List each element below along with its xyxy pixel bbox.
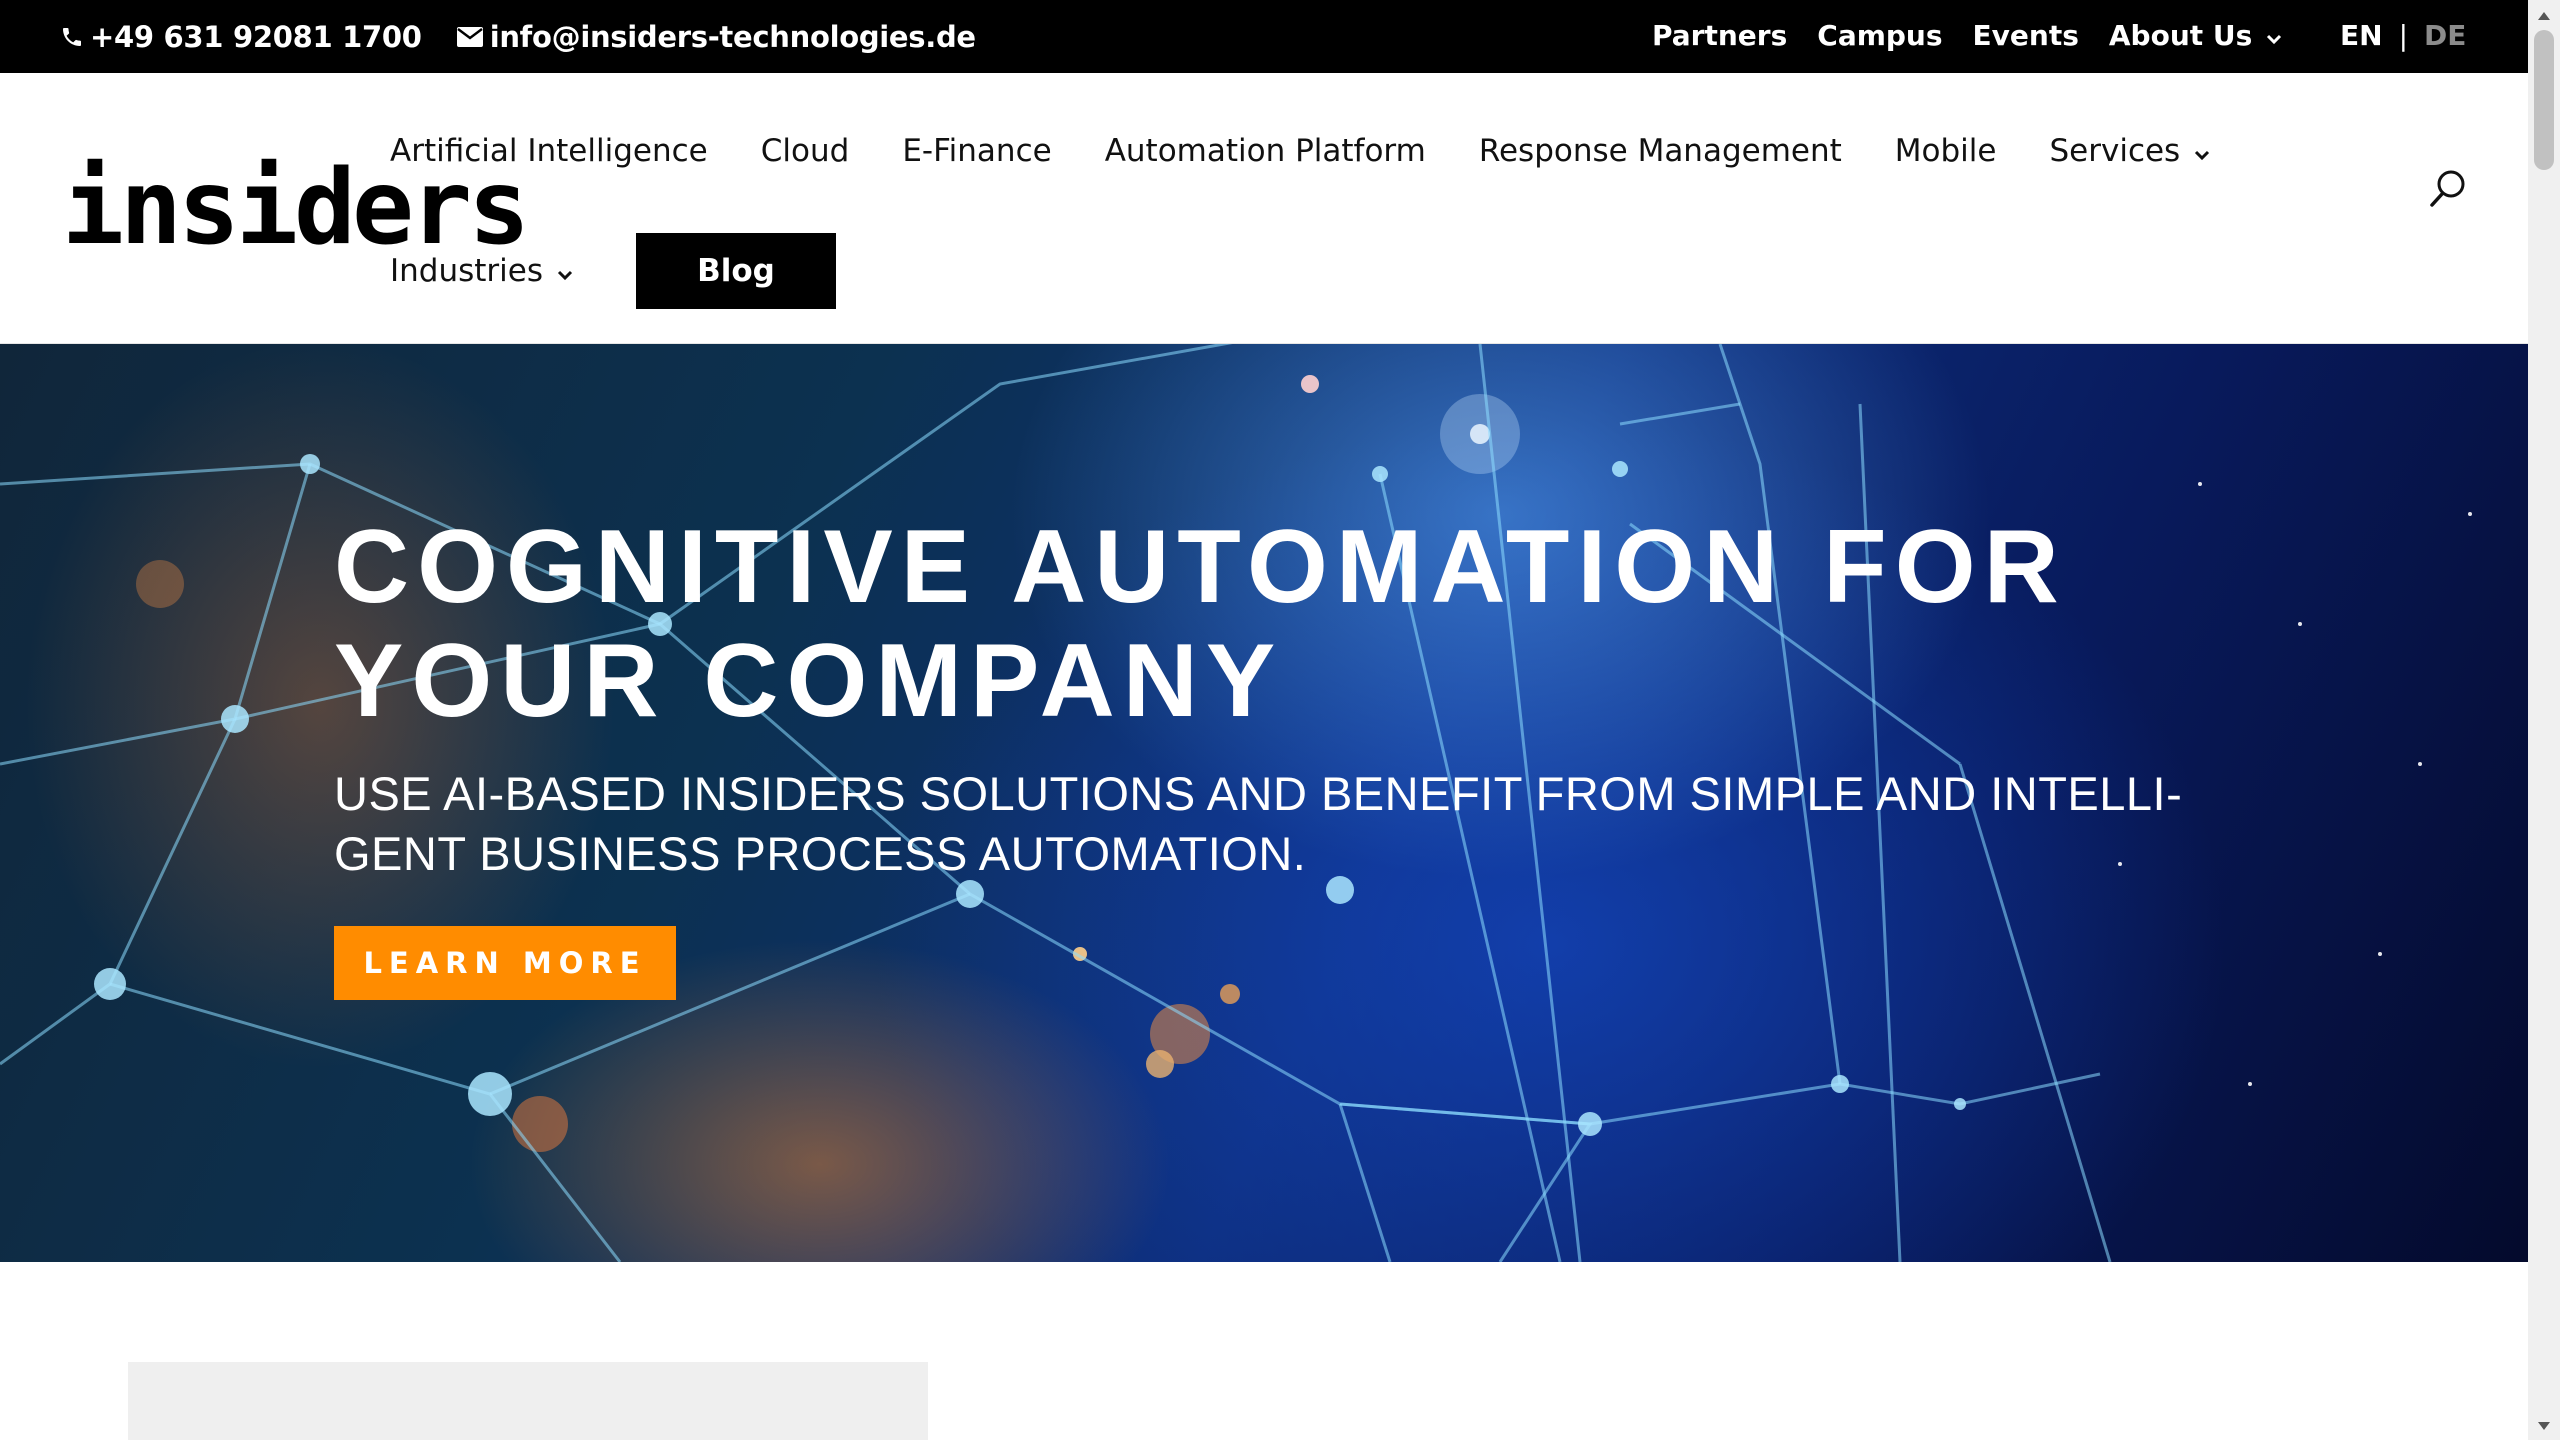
nav-automation-platform[interactable]: Automation Platform — [1105, 133, 1426, 169]
top-bar: +49 631 92081 1700 info@insiders-technol… — [0, 0, 2528, 73]
main-nav: Artificial Intelligence Cloud E-Finance … — [390, 133, 2210, 169]
top-link-campus[interactable]: Campus — [1817, 19, 1942, 52]
lang-separator: | — [2398, 18, 2408, 52]
nav-e-finance[interactable]: E-Finance — [902, 133, 1051, 169]
top-link-events[interactable]: Events — [1973, 19, 2079, 52]
scroll-up-button[interactable] — [2528, 0, 2560, 30]
search-icon — [2428, 170, 2468, 215]
envelope-icon — [456, 26, 484, 48]
about-us-label: About Us — [2108, 18, 2253, 52]
chevron-down-icon — [2194, 133, 2210, 169]
lang-en[interactable]: EN — [2340, 19, 2383, 52]
phone-number: +49 631 92081 1700 — [90, 19, 422, 54]
top-link-about-us[interactable]: About Us — [2109, 19, 2282, 52]
nav-cloud[interactable]: Cloud — [761, 133, 850, 169]
top-links: Partners Campus Events About Us — [1652, 0, 2282, 70]
triangle-down-icon — [2537, 1416, 2551, 1435]
phone-icon — [60, 25, 84, 49]
email-address: info@insiders-technologies.de — [489, 19, 976, 54]
hero-title: COGNITIVE AUTOMATION FOR YOUR COMPANY — [334, 509, 2067, 739]
language-switcher: EN | DE — [2340, 0, 2466, 70]
search-button[interactable] — [2428, 167, 2468, 211]
nav-industries-label: Industries — [390, 253, 544, 289]
hero-banner: COGNITIVE AUTOMATION FOR YOUR COMPANY US… — [0, 344, 2528, 1262]
phone-link[interactable]: +49 631 92081 1700 — [60, 20, 422, 54]
nav-response-management[interactable]: Response Management — [1479, 133, 1842, 169]
triangle-up-icon — [2537, 6, 2551, 25]
blog-button[interactable]: Blog — [636, 233, 836, 309]
nav-mobile[interactable]: Mobile — [1895, 133, 1997, 169]
page-scrollbar[interactable] — [2528, 0, 2560, 1440]
nav-artificial-intelligence[interactable]: Artificial Intelligence — [390, 133, 708, 169]
nav-services[interactable]: Services — [2049, 133, 2210, 169]
learn-more-button[interactable]: LEARN MORE — [334, 926, 676, 1000]
nav-industries[interactable]: Industries — [390, 253, 573, 289]
top-link-partners[interactable]: Partners — [1652, 19, 1787, 52]
chevron-down-icon — [2266, 19, 2282, 52]
main-header: insiders Artificial Intelligence Cloud E… — [0, 73, 2528, 344]
secondary-nav: Industries — [390, 233, 573, 309]
email-link[interactable]: info@insiders-technologies.de — [456, 20, 976, 54]
contact-info: +49 631 92081 1700 info@insiders-technol… — [60, 0, 976, 73]
chevron-down-icon — [557, 253, 573, 289]
hero-subtitle: USE AI-BASED INSIDERS SOLUTIONS AND BENE… — [334, 767, 2183, 880]
scroll-down-button[interactable] — [2528, 1410, 2560, 1440]
scrollbar-thumb[interactable] — [2534, 30, 2554, 170]
nav-services-label: Services — [2049, 133, 2181, 169]
content-placeholder-box — [128, 1362, 928, 1440]
lang-de[interactable]: DE — [2424, 19, 2466, 52]
